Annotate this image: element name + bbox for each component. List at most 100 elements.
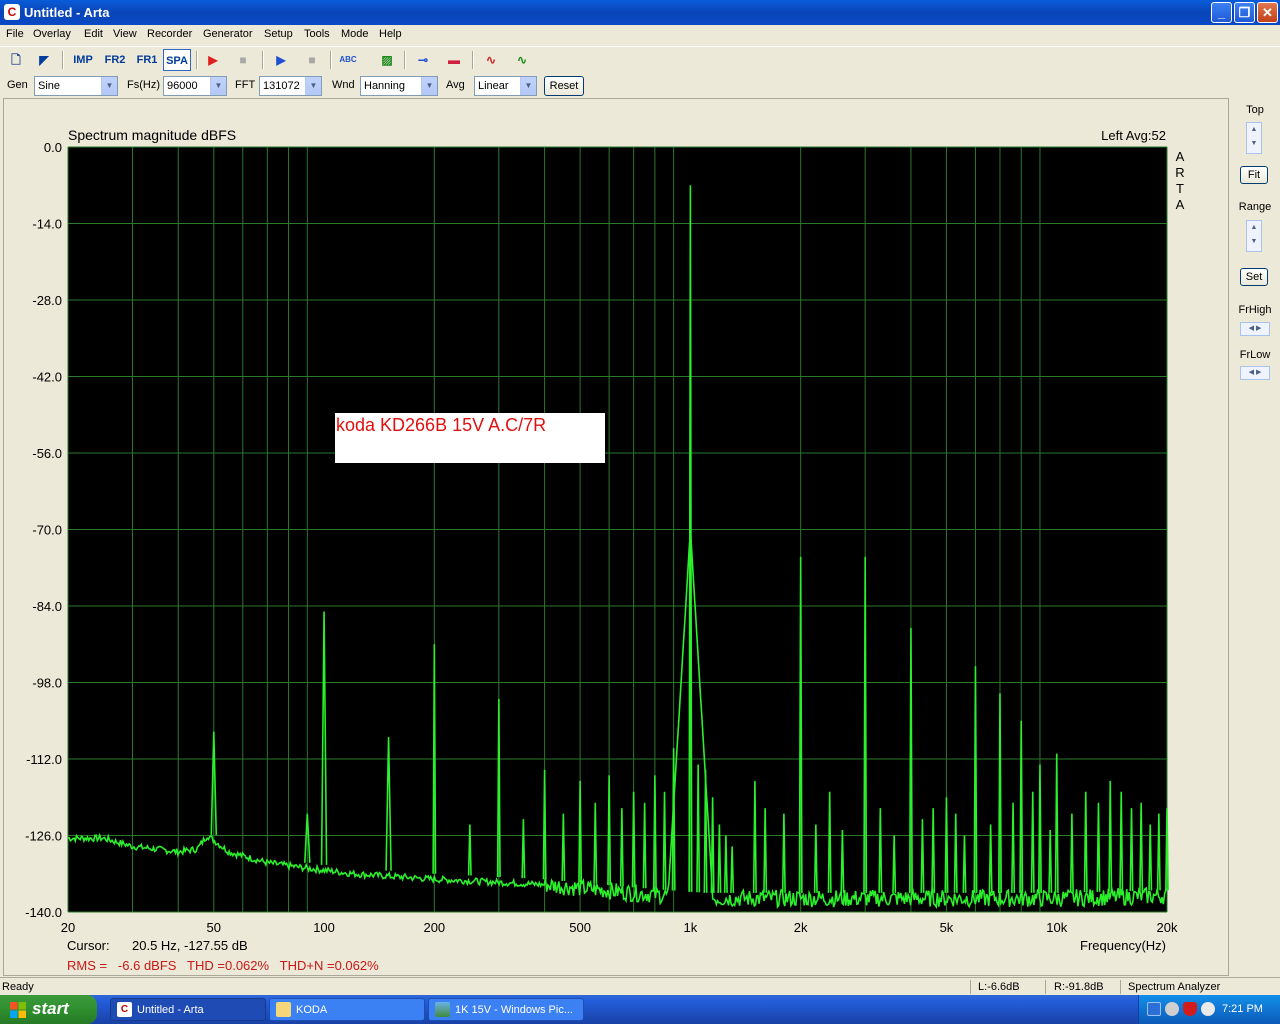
y-tick-label: -126.0 [25, 829, 62, 844]
y-tick-label: -28.0 [32, 293, 62, 308]
top-label: Top [1246, 104, 1264, 116]
probe-icon[interactable]: ⊸ [411, 49, 435, 71]
start-button[interactable]: start [0, 995, 97, 1024]
spa-mode-button[interactable]: SPA [163, 49, 191, 71]
y-tick-label: -98.0 [32, 676, 62, 691]
spectrum-plot[interactable]: 0.0 -14.0 -28.0 -42.0 -56.0 -70.0 -84.0 -98.0 -1… [4, 99, 1230, 977]
record-icon[interactable]: ▶ [201, 49, 225, 71]
windows-flag-icon [10, 1002, 26, 1018]
overlay-icon[interactable]: ▨ [375, 49, 399, 71]
reset-button[interactable]: Reset [544, 76, 584, 96]
x-tick-label: 200 [423, 920, 445, 935]
range-spin[interactable]: ▲ ▼ [1246, 220, 1262, 252]
new-file-icon[interactable]: 🗋 [4, 49, 28, 71]
x-axis-label: Frequency(Hz) [1080, 938, 1166, 953]
annotation-text: koda KD266B 15V A.C/7R [336, 415, 546, 435]
avg-select[interactable]: Linear ▼ [474, 76, 537, 96]
fs-select[interactable]: 96000 ▼ [163, 76, 227, 96]
avg-value: Linear [478, 80, 509, 92]
rms-thd-readout: RMS = -6.6 dBFS THD =0.062% THD+N =0.062… [67, 958, 379, 973]
wnd-select[interactable]: Hanning ▼ [360, 76, 438, 96]
chevron-down-icon[interactable]: ▼ [210, 77, 226, 95]
network-icon[interactable] [1147, 1002, 1161, 1016]
close-button[interactable]: ✕ [1257, 2, 1278, 23]
menu-setup[interactable]: Setup [264, 28, 293, 40]
frhigh-spin[interactable]: ◀ ▶ [1240, 322, 1270, 336]
x-tick-label: 500 [569, 920, 591, 935]
arta-watermark-r: R [1175, 165, 1184, 180]
start-label: start [32, 999, 69, 1018]
folder-icon [276, 1002, 291, 1017]
fs-label: Fs(Hz) [127, 79, 160, 91]
x-tick-label: 100 [313, 920, 335, 935]
stop-play-icon[interactable]: ■ [300, 49, 324, 71]
frhigh-label: FrHigh [1238, 304, 1272, 316]
menu-help[interactable]: Help [379, 28, 402, 40]
security-shield-icon[interactable] [1183, 1002, 1197, 1016]
menu-overlay[interactable]: Overlay [33, 28, 71, 40]
status-left-level: L:-6.6dB [978, 981, 1020, 993]
minimize-button[interactable]: _ [1211, 2, 1232, 23]
open-file-icon[interactable]: ◤ [32, 49, 56, 71]
arta-app-icon[interactable]: C [4, 4, 20, 20]
task-arta-label: Untitled - Arta [137, 1004, 204, 1016]
gen-label: Gen [7, 79, 28, 91]
task-koda-folder[interactable]: KODA [269, 998, 425, 1021]
cursor-label: Cursor: [67, 938, 110, 953]
fr2-mode-button[interactable]: FR2 [100, 49, 130, 71]
frlow-spin[interactable]: ◀ ▶ [1240, 366, 1270, 380]
task-picture-viewer[interactable]: 1K 15V - Windows Pic... [428, 998, 584, 1021]
status-right-level: R:-91.8dB [1054, 981, 1104, 993]
menu-view[interactable]: View [113, 28, 137, 40]
plot-title: Spectrum magnitude dBFS [68, 127, 236, 143]
abc-icon[interactable]: ABC [336, 49, 360, 71]
toolbar: 🗋 ◤ IMP FR2 FR1 SPA ▶ ■ ▶ ■ ABC ▨ ⊸ ▬ ∿ … [0, 46, 1280, 72]
sweep-icon[interactable]: ▬ [442, 49, 466, 71]
task-arta[interactable]: C Untitled - Arta [110, 998, 266, 1021]
menu-tools[interactable]: Tools [304, 28, 330, 40]
gen-select[interactable]: Sine ▼ [34, 76, 118, 96]
fft-label: FFT [235, 79, 256, 91]
imp-mode-button[interactable]: IMP [68, 49, 98, 71]
title-bar[interactable]: C Untitled - Arta _ ❐ ✕ [0, 0, 1280, 25]
channel-avg-label: Left Avg:52 [1101, 128, 1166, 143]
picture-viewer-icon [435, 1002, 450, 1017]
fit-button[interactable]: Fit [1240, 166, 1268, 184]
top-spin[interactable]: ▲ ▼ [1246, 122, 1262, 154]
fr1-mode-button[interactable]: FR1 [132, 49, 162, 71]
scope-icon[interactable]: ∿ [479, 49, 503, 71]
clock: 7:21 PM [1222, 1003, 1263, 1015]
antivirus-icon[interactable] [1201, 1002, 1215, 1016]
gen-value: Sine [38, 80, 61, 92]
y-tick-label: -84.0 [32, 599, 62, 614]
menu-generator[interactable]: Generator [203, 28, 253, 40]
status-mode: Spectrum Analyzer [1128, 981, 1221, 993]
x-tick-label: 20 [61, 920, 75, 935]
menu-recorder[interactable]: Recorder [147, 28, 192, 40]
menu-edit[interactable]: Edit [84, 28, 103, 40]
menu-file[interactable]: File [6, 28, 24, 40]
range-label: Range [1238, 201, 1272, 213]
spectrum-plot-panel[interactable]: 0.0 -14.0 -28.0 -42.0 -56.0 -70.0 -84.0 -98.0 -1… [3, 98, 1229, 976]
chevron-down-icon[interactable]: ▼ [101, 77, 117, 95]
fft-select[interactable]: 131072 ▼ [259, 76, 322, 96]
chevron-down-icon[interactable]: ▼ [305, 77, 321, 95]
status-bar: Ready L:-6.6dB R:-91.8dB Spectrum Analyz… [0, 977, 1280, 995]
play-icon[interactable]: ▶ [269, 49, 293, 71]
speaker-icon[interactable] [1165, 1002, 1179, 1016]
wnd-value: Hanning [364, 80, 405, 92]
fft-value: 131072 [263, 80, 300, 92]
x-tick-label: 2k [794, 920, 808, 935]
chevron-down-icon[interactable]: ▼ [421, 77, 437, 95]
window-title: Untitled - Arta [24, 5, 110, 20]
task-koda-label: KODA [296, 1004, 328, 1016]
set-button[interactable]: Set [1240, 268, 1268, 286]
frlow-label: FrLow [1239, 349, 1271, 361]
arta-watermark-a2: A [1176, 197, 1185, 212]
stop-record-icon[interactable]: ■ [231, 49, 255, 71]
wave-icon[interactable]: ∿ [510, 49, 534, 71]
menu-mode[interactable]: Mode [341, 28, 369, 40]
maximize-button[interactable]: ❐ [1234, 2, 1255, 23]
task-picture-label: 1K 15V - Windows Pic... [455, 1004, 573, 1016]
chevron-down-icon[interactable]: ▼ [520, 77, 536, 95]
